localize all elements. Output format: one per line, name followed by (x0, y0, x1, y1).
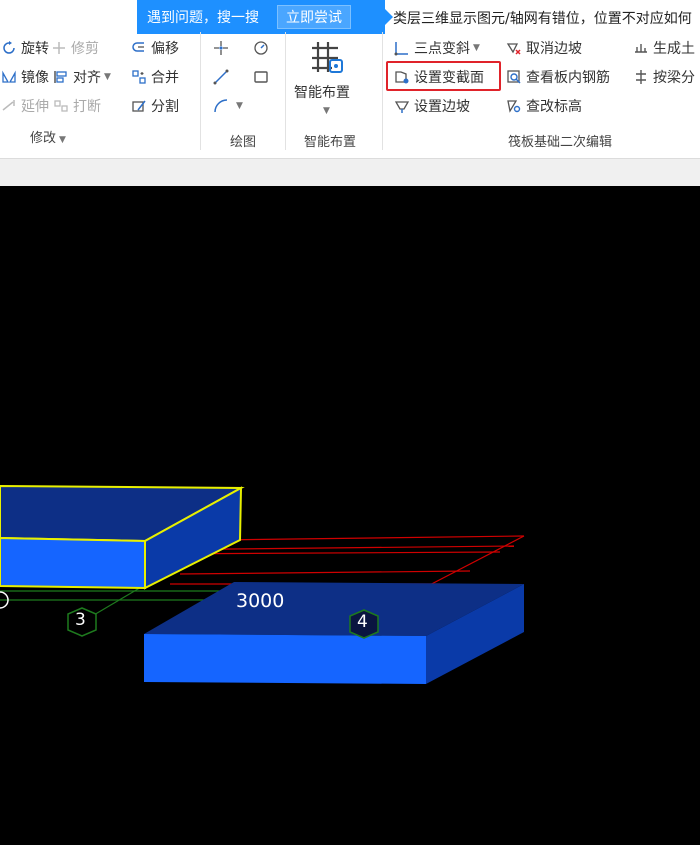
set-slope-icon (393, 97, 411, 115)
rotate-point-icon (252, 39, 270, 57)
draw-rectangle-button[interactable] (252, 66, 273, 88)
cancel-slope-label: 取消边坡 (526, 41, 582, 57)
trim-button[interactable]: 修剪 (50, 37, 99, 59)
extend-icon (0, 97, 18, 115)
offset-label: 偏移 (151, 41, 179, 57)
smart-layout-label: 智能布置 (294, 85, 350, 101)
elevation-icon (505, 97, 523, 115)
mirror-icon (0, 68, 18, 86)
generate-soil-label: 生成土 (653, 41, 695, 57)
axis-label-3: 3 (75, 610, 86, 630)
three-point-slope-button[interactable]: 三点变斜 ▼ (393, 37, 480, 59)
merge-label: 合并 (151, 70, 179, 86)
split-button[interactable]: 分割 (130, 95, 179, 117)
set-section-highlight (386, 61, 501, 91)
ribbon-toolbar: 遇到问题，搜一搜 立即尝试 类层三维显示图元/轴网有错位，位置不对应如何 旋转 … (0, 0, 700, 158)
by-beam-icon (632, 68, 650, 86)
by-beam-label: 按梁分 (653, 70, 695, 86)
cancel-slope-button[interactable]: 取消边坡 (505, 37, 582, 59)
split-label: 分割 (151, 99, 179, 115)
view-edit-elevation-button[interactable]: 查改标高 (505, 95, 582, 117)
group-divider (285, 32, 286, 150)
chevron-down-icon: ▼ (473, 43, 480, 53)
rotate-button[interactable]: 旋转 (0, 37, 49, 59)
axis-label-4: 4 (357, 612, 368, 632)
rectangle-icon (252, 68, 270, 86)
extend-button[interactable]: 延伸 (0, 95, 49, 117)
break-icon (52, 97, 70, 115)
three-point-slope-icon (393, 39, 411, 57)
mirror-button[interactable]: 镜像 (0, 66, 49, 88)
modify-group-text: 修改 (30, 131, 57, 146)
point-icon (212, 39, 230, 57)
break-button[interactable]: 打断 (52, 95, 101, 117)
offset-icon (130, 39, 148, 57)
raft-slab-left (0, 484, 245, 590)
view-rebar-label: 查看板内钢筋 (526, 70, 610, 86)
try-now-button[interactable]: 立即尝试 (277, 5, 351, 29)
mirror-label: 镜像 (21, 70, 49, 86)
line-icon (212, 68, 230, 86)
set-slope-button[interactable]: 设置边坡 (393, 95, 470, 117)
merge-icon (130, 68, 148, 86)
chevron-down-icon: ▼ (59, 135, 66, 145)
three-point-slope-label: 三点变斜 (414, 41, 470, 57)
arc-icon (212, 97, 230, 115)
view-rebar-icon (505, 68, 523, 86)
cancel-slope-icon (505, 39, 523, 57)
extend-label: 延伸 (21, 99, 49, 115)
draw-point-button[interactable] (212, 37, 233, 59)
rotate-icon (0, 39, 18, 57)
raft-group-label: 筏板基础二次编辑 (508, 135, 613, 150)
dimension-label: 3000 (236, 590, 285, 612)
modify-group-label[interactable]: 修改 ▼ (30, 127, 66, 146)
trim-icon (50, 39, 68, 57)
generate-soil-button[interactable]: 生成土 (632, 37, 695, 59)
view-slab-rebar-button[interactable]: 查看板内钢筋 (505, 66, 610, 88)
draw-group-label: 绘图 (230, 135, 257, 150)
3d-viewport[interactable]: 3000 3 4 (0, 186, 700, 845)
split-icon (130, 97, 148, 115)
trim-label: 修剪 (71, 41, 99, 57)
draw-rotate-point-button[interactable] (252, 37, 273, 59)
align-icon (52, 68, 70, 86)
merge-button[interactable]: 合并 (130, 66, 179, 88)
chevron-down-icon: ▼ (104, 72, 111, 82)
canvas-tab-strip (0, 158, 700, 187)
raft-slab-right (144, 582, 524, 684)
rotate-label: 旋转 (21, 41, 49, 57)
group-divider (382, 32, 383, 150)
break-label: 打断 (73, 99, 101, 115)
align-button[interactable]: 对齐 ▼ (52, 66, 111, 88)
group-divider (200, 32, 201, 150)
view-elevation-label: 查改标高 (526, 99, 582, 115)
smart-layout-button[interactable]: 智能布置 ▼ (294, 36, 358, 126)
chevron-down-icon: ▼ (236, 101, 243, 111)
draw-line-button[interactable] (212, 66, 233, 88)
generate-soil-icon (632, 39, 650, 57)
search-input[interactable]: 类层三维显示图元/轴网有错位，位置不对应如何 (393, 6, 700, 30)
tip-arrow (385, 9, 393, 25)
draw-arc-button[interactable]: ▼ (212, 95, 243, 117)
set-slope-label: 设置边坡 (414, 99, 470, 115)
smart-group-label: 智能布置 (304, 135, 357, 150)
by-beam-split-button[interactable]: 按梁分 (632, 66, 695, 88)
chevron-down-icon: ▼ (323, 106, 330, 116)
align-label: 对齐 (73, 70, 101, 86)
tip-text: 遇到问题，搜一搜 (147, 10, 259, 26)
viewport-canvas (0, 484, 525, 684)
search-tip-popup: 遇到问题，搜一搜 立即尝试 (137, 0, 393, 34)
offset-button[interactable]: 偏移 (130, 37, 179, 59)
smart-layout-icon (306, 38, 346, 78)
